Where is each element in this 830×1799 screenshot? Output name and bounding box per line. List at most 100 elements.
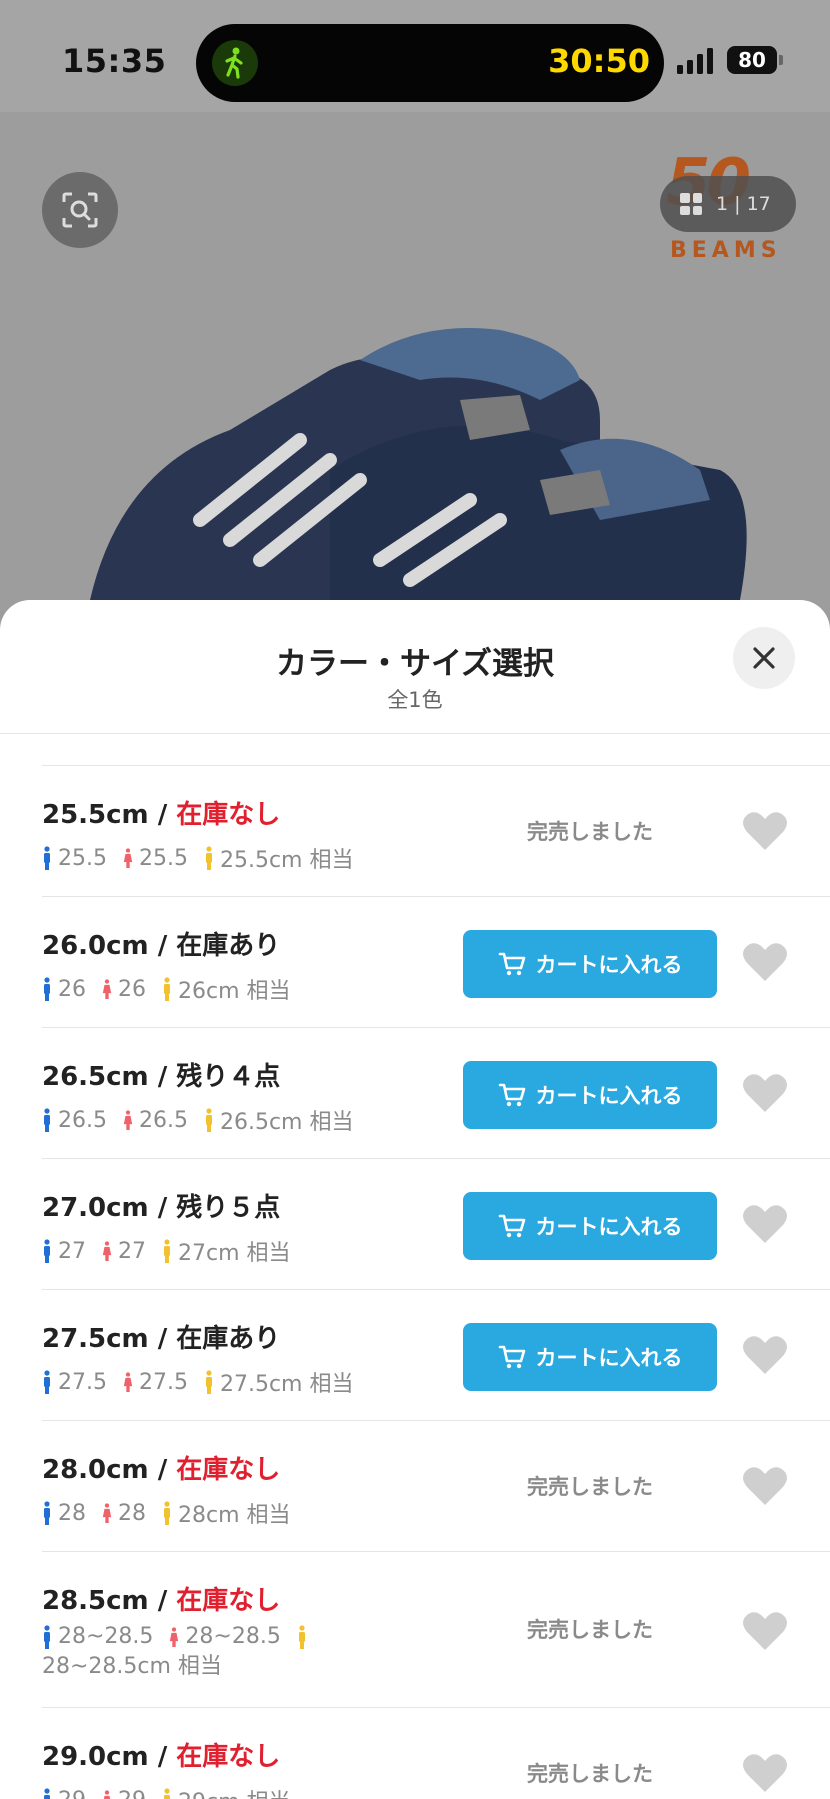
size-equivalents: 26 26 26cm 相当 xyxy=(42,973,307,1005)
walking-icon xyxy=(212,40,258,86)
unisex-size: 27.5cm 相当 xyxy=(219,1372,354,1397)
unisex-size: 26.5cm 相当 xyxy=(219,1110,354,1135)
women-size: 28 xyxy=(118,1500,146,1526)
women-icon xyxy=(103,1790,111,1799)
favorite-heart-icon[interactable] xyxy=(742,1752,788,1794)
cart-icon xyxy=(498,952,525,976)
men-icon xyxy=(44,1625,50,1649)
women-icon xyxy=(102,1241,112,1261)
size-label: 29.0cm / 在庫なし xyxy=(42,1736,280,1773)
grid-icon xyxy=(680,193,702,215)
unisex-icon xyxy=(205,1108,212,1132)
men-size: 27.5 xyxy=(58,1369,107,1395)
unisex-icon xyxy=(164,1788,170,1799)
favorite-heart-icon[interactable] xyxy=(742,810,788,852)
favorite-heart-icon[interactable] xyxy=(742,1334,788,1376)
close-button[interactable] xyxy=(733,627,795,689)
men-size: 26.5 xyxy=(58,1107,107,1133)
cart-button-label: カートに入れる xyxy=(535,1215,683,1239)
cart-button-label: カートに入れる xyxy=(535,953,683,977)
women-size: 25.5 xyxy=(138,845,188,871)
size-equivalents: 29 29 29cm 相当 xyxy=(42,1784,307,1799)
add-to-cart-button[interactable]: カートに入れる xyxy=(463,1192,717,1260)
sheet-subtitle: 全1色 xyxy=(387,688,443,712)
sold-out-label: 完売しました xyxy=(527,820,653,844)
size-label: 28.5cm / 在庫なし xyxy=(42,1580,280,1617)
stock-status: 残り４点 xyxy=(176,1062,281,1092)
women-size: 26 xyxy=(118,976,146,1002)
size-value: 27.0cm / xyxy=(42,1193,168,1223)
size-equivalents: 27 27 27cm 相当 xyxy=(42,1235,307,1267)
unisex-icon xyxy=(298,1625,305,1649)
stock-status: 在庫なし xyxy=(176,800,281,830)
add-to-cart-button[interactable]: カートに入れる xyxy=(463,1323,717,1391)
unisex-icon xyxy=(164,1239,170,1263)
stock-status: 在庫あり xyxy=(176,1324,281,1354)
unisex-icon xyxy=(164,1501,170,1525)
size-equivalents: 25.5 25.5 25.5cm 相当 xyxy=(42,842,369,874)
activity-timer: 30:50 xyxy=(548,42,650,80)
men-icon xyxy=(44,1788,50,1799)
men-icon xyxy=(44,1108,50,1132)
women-icon xyxy=(170,1627,179,1647)
men-size: 28~28.5 xyxy=(58,1624,154,1649)
sold-out-label: 完売しました xyxy=(527,1762,653,1786)
men-icon xyxy=(44,1370,50,1394)
women-size: 29 xyxy=(118,1788,146,1799)
size-value: 25.5cm / xyxy=(42,800,168,830)
men-size: 28 xyxy=(58,1500,86,1526)
sold-out-label: 完売しました xyxy=(527,1618,653,1642)
battery-icon: 80 xyxy=(727,46,777,74)
size-label: 27.5cm / 在庫あり xyxy=(42,1318,280,1355)
favorite-heart-icon[interactable] xyxy=(742,1203,788,1245)
size-label: 27.0cm / 残り５点 xyxy=(42,1187,280,1224)
add-to-cart-button[interactable]: カートに入れる xyxy=(463,930,717,998)
unisex-size: 28~28.5cm 相当 xyxy=(42,1654,222,1679)
women-icon xyxy=(123,848,133,868)
gallery-counter: 1 | 17 xyxy=(716,193,771,215)
size-label: 28.0cm / 在庫なし xyxy=(42,1449,280,1486)
size-label: 26.0cm / 在庫あり xyxy=(42,925,280,962)
unisex-size: 25.5cm 相当 xyxy=(219,848,354,873)
size-value: 28.0cm / xyxy=(42,1455,168,1485)
size-label: 25.5cm / 在庫なし xyxy=(42,794,280,831)
size-value: 26.5cm / xyxy=(42,1062,168,1092)
unisex-size: 28cm 相当 xyxy=(178,1503,291,1528)
size-equivalents: 26.5 26.5 26.5cm 相当 xyxy=(42,1104,369,1136)
image-search-button[interactable] xyxy=(42,172,118,248)
unisex-icon xyxy=(164,977,170,1001)
status-time: 15:35 xyxy=(62,42,167,80)
cart-icon xyxy=(498,1345,525,1369)
women-size: 26.5 xyxy=(138,1107,188,1133)
men-icon xyxy=(44,1239,50,1263)
add-to-cart-button[interactable]: カートに入れる xyxy=(463,1061,717,1129)
size-row: 25.5cm / 在庫なし 25.5 25.5 25.5cm 相当 完売しました xyxy=(42,766,830,897)
women-size: 27.5 xyxy=(138,1369,188,1395)
size-row: 28.5cm / 在庫なし 28~28.5 28~28.5 28~28.5cm 相当 完… xyxy=(42,1552,830,1708)
favorite-heart-icon[interactable] xyxy=(742,1465,788,1507)
men-size: 25.5 xyxy=(58,845,107,871)
list-item-partial xyxy=(42,734,830,766)
favorite-heart-icon[interactable] xyxy=(742,1610,788,1652)
size-value: 28.5cm / xyxy=(42,1586,168,1616)
women-icon xyxy=(102,1503,112,1523)
cart-button-label: カートに入れる xyxy=(535,1346,683,1370)
men-icon xyxy=(44,977,50,1001)
size-label: 26.5cm / 残り４点 xyxy=(42,1056,280,1093)
signal-icon xyxy=(677,48,713,74)
color-size-sheet: カラー・サイズ選択 全1色 25.5cm / 在庫なし 25.5 25.5 25.5c… xyxy=(0,600,830,1799)
favorite-heart-icon[interactable] xyxy=(742,941,788,983)
sheet-header: カラー・サイズ選択 全1色 xyxy=(0,600,830,734)
size-equivalents: 27.5 27.5 27.5cm 相当 xyxy=(42,1366,369,1398)
unisex-icon xyxy=(205,846,212,870)
status-bar: 15:35 30:50 80 xyxy=(0,0,830,112)
favorite-heart-icon[interactable] xyxy=(742,1072,788,1114)
size-row: 27.5cm / 在庫あり 27.5 27.5 27.5cm 相当 カートに入れる xyxy=(42,1290,830,1421)
dynamic-island: 30:50 xyxy=(196,24,664,102)
gallery-counter-button[interactable]: 1 | 17 xyxy=(660,176,796,232)
size-row: 28.0cm / 在庫なし 28 28 28cm 相当 完売しました xyxy=(42,1421,830,1552)
battery-tip xyxy=(779,55,783,65)
stock-status: 在庫なし xyxy=(176,1586,281,1616)
unisex-size: 29cm 相当 xyxy=(178,1784,291,1799)
men-icon xyxy=(44,846,50,870)
